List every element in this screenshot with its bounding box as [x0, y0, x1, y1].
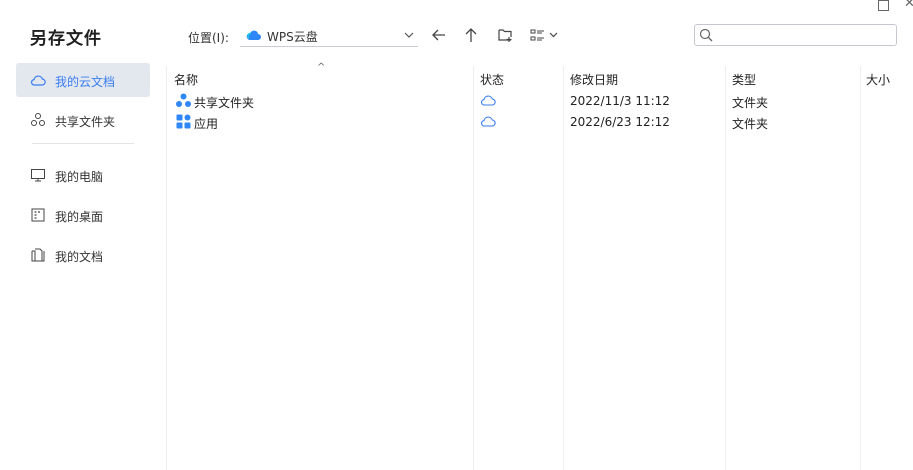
file-type: 文件夹 [732, 96, 769, 110]
cloud-icon [30, 72, 46, 88]
desktop-icon [30, 207, 46, 223]
file-name: 共享文件夹 [194, 96, 255, 110]
table-row[interactable]: 共享文件夹 2022/11/3 11:12 文件夹 [0, 91, 913, 112]
column-header-name[interactable]: 名称 [174, 71, 198, 88]
file-name: 应用 [194, 117, 219, 131]
sidebar-item-label: 我的桌面 [55, 210, 104, 224]
sidebar-item-my-computer[interactable]: 我的电脑 [16, 158, 150, 192]
list-view-icon [530, 29, 558, 41]
location-value: WPS云盘 [267, 30, 318, 44]
apps-icon [176, 114, 191, 129]
cloud-icon [480, 94, 496, 109]
column-header-status[interactable]: 状态 [480, 71, 504, 88]
sort-ascending-icon: ^ [317, 62, 326, 73]
modified-date: 2022/6/23 12:12 [570, 115, 670, 129]
sidebar-item-label: 我的电脑 [55, 170, 104, 184]
cloud-icon [480, 115, 496, 130]
close-button[interactable]: ✕ [904, 0, 913, 10]
column-header-date[interactable]: 修改日期 [570, 71, 618, 88]
sidebar-item-my-desktop[interactable]: 我的桌面 [16, 198, 150, 232]
arrow-up-icon [465, 28, 477, 42]
documents-icon [30, 247, 46, 263]
new-folder-icon [498, 29, 512, 42]
search-icon [699, 28, 713, 42]
search-box[interactable] [694, 24, 897, 46]
wps-cloud-icon [246, 29, 261, 44]
computer-icon [30, 167, 46, 183]
location-select[interactable]: WPS云盘 [240, 23, 418, 47]
table-row[interactable]: 应用 2022/6/23 12:12 文件夹 [0, 112, 913, 133]
sidebar-divider [32, 143, 134, 144]
arrow-left-icon [432, 29, 445, 41]
maximize-button[interactable] [878, 0, 889, 11]
column-header-size[interactable]: 大小 [866, 71, 890, 88]
search-input[interactable] [717, 27, 896, 45]
file-type: 文件夹 [732, 117, 769, 131]
modified-date: 2022/11/3 11:12 [570, 94, 670, 108]
sidebar-item-label: 我的文档 [55, 250, 104, 264]
back-button[interactable] [431, 27, 447, 43]
view-mode-button[interactable] [530, 27, 560, 43]
new-folder-button[interactable] [497, 27, 513, 43]
sidebar-item-label: 我的云文档 [55, 75, 116, 89]
sidebar-item-my-documents[interactable]: 我的文档 [16, 238, 150, 272]
chevron-down-icon [404, 29, 414, 43]
up-button[interactable] [463, 27, 479, 43]
location-label: 位置(I): [188, 31, 229, 45]
shared-folder-icon [176, 93, 191, 108]
column-header-type[interactable]: 类型 [732, 71, 756, 88]
dialog-title: 另存文件 [30, 29, 102, 49]
